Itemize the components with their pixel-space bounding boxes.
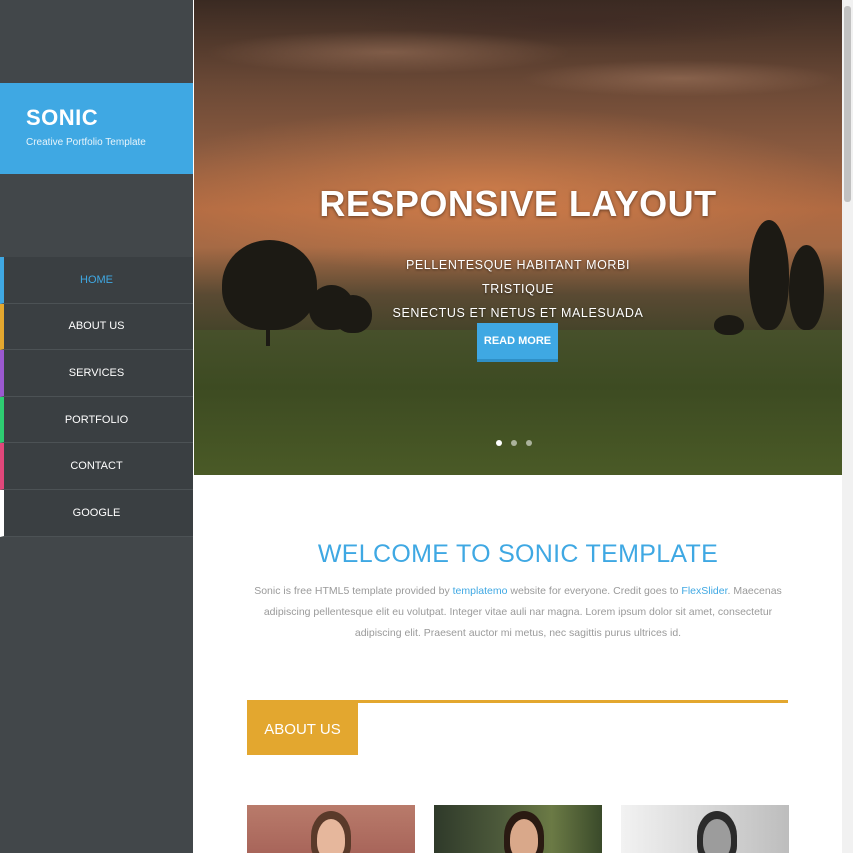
flexslider-link[interactable]: FlexSlider — [681, 585, 727, 597]
brand-subtitle: Creative Portfolio Template — [26, 137, 146, 148]
nav-item-portfolio[interactable]: PORTFOLIO — [0, 396, 193, 444]
intro-text: website for everyone. Credit goes to — [507, 585, 682, 597]
person-face — [317, 819, 345, 853]
nav-item-contact[interactable]: CONTACT — [0, 443, 193, 490]
slider-pagination — [496, 440, 532, 446]
hero-text-line: PELLENTESQUE HABITANT MORBI TRISTIQUE — [405, 258, 631, 296]
templatemo-link[interactable]: templatemo — [453, 585, 508, 597]
welcome-intro: Sonic is free HTML5 template provided by… — [240, 581, 796, 644]
slider-dot[interactable] — [526, 440, 532, 446]
about-us-tab[interactable]: ABOUT US — [247, 703, 358, 755]
nav-item-services[interactable]: SERVICES — [0, 350, 193, 397]
tree-trunk — [266, 320, 270, 346]
intro-text: Sonic is free HTML5 template provided by — [254, 585, 453, 597]
hero-slider: RESPONSIVE LAYOUT PELLENTESQUE HABITANT … — [194, 0, 842, 475]
tree-silhouette — [714, 315, 744, 335]
tree-silhouette — [222, 240, 317, 330]
main-nav: HOME ABOUT US SERVICES PORTFOLIO CONTACT… — [0, 257, 193, 537]
tree-silhouette — [789, 245, 824, 330]
team-photo[interactable] — [247, 805, 415, 853]
team-photo[interactable] — [621, 805, 789, 853]
sidebar: SONIC Creative Portfolio Template HOME A… — [0, 0, 193, 853]
brand-title: SONIC — [26, 105, 99, 130]
team-photo[interactable] — [434, 805, 602, 853]
tree-silhouette — [334, 295, 372, 333]
read-more-button[interactable]: READ MORE — [477, 323, 558, 362]
nav-item-home[interactable]: HOME — [0, 257, 193, 304]
brand-block[interactable]: SONIC Creative Portfolio Template — [0, 83, 193, 174]
person-face — [510, 819, 538, 853]
nav-item-label: SERVICES — [68, 366, 125, 379]
person-face — [703, 819, 731, 853]
nav-item-label: ABOUT US — [68, 320, 125, 333]
page-scrollbar[interactable] — [842, 0, 853, 853]
nav-item-label: PORTFOLIO — [64, 413, 129, 426]
welcome-heading: WELCOME TO SONIC TEMPLATE — [317, 540, 719, 568]
nav-item-label: HOME — [80, 273, 113, 286]
nav-item-about-us[interactable]: ABOUT US — [0, 303, 193, 351]
scrollbar-thumb[interactable] — [844, 6, 851, 202]
nav-item-label: GOOGLE — [72, 506, 121, 519]
slider-dot[interactable] — [511, 440, 517, 446]
nav-item-label: CONTACT — [70, 460, 123, 473]
tree-silhouette — [749, 220, 789, 330]
nav-item-google[interactable]: GOOGLE — [0, 489, 193, 537]
hero-title: RESPONSIVE LAYOUT — [319, 183, 717, 224]
slider-dot[interactable] — [496, 440, 502, 446]
